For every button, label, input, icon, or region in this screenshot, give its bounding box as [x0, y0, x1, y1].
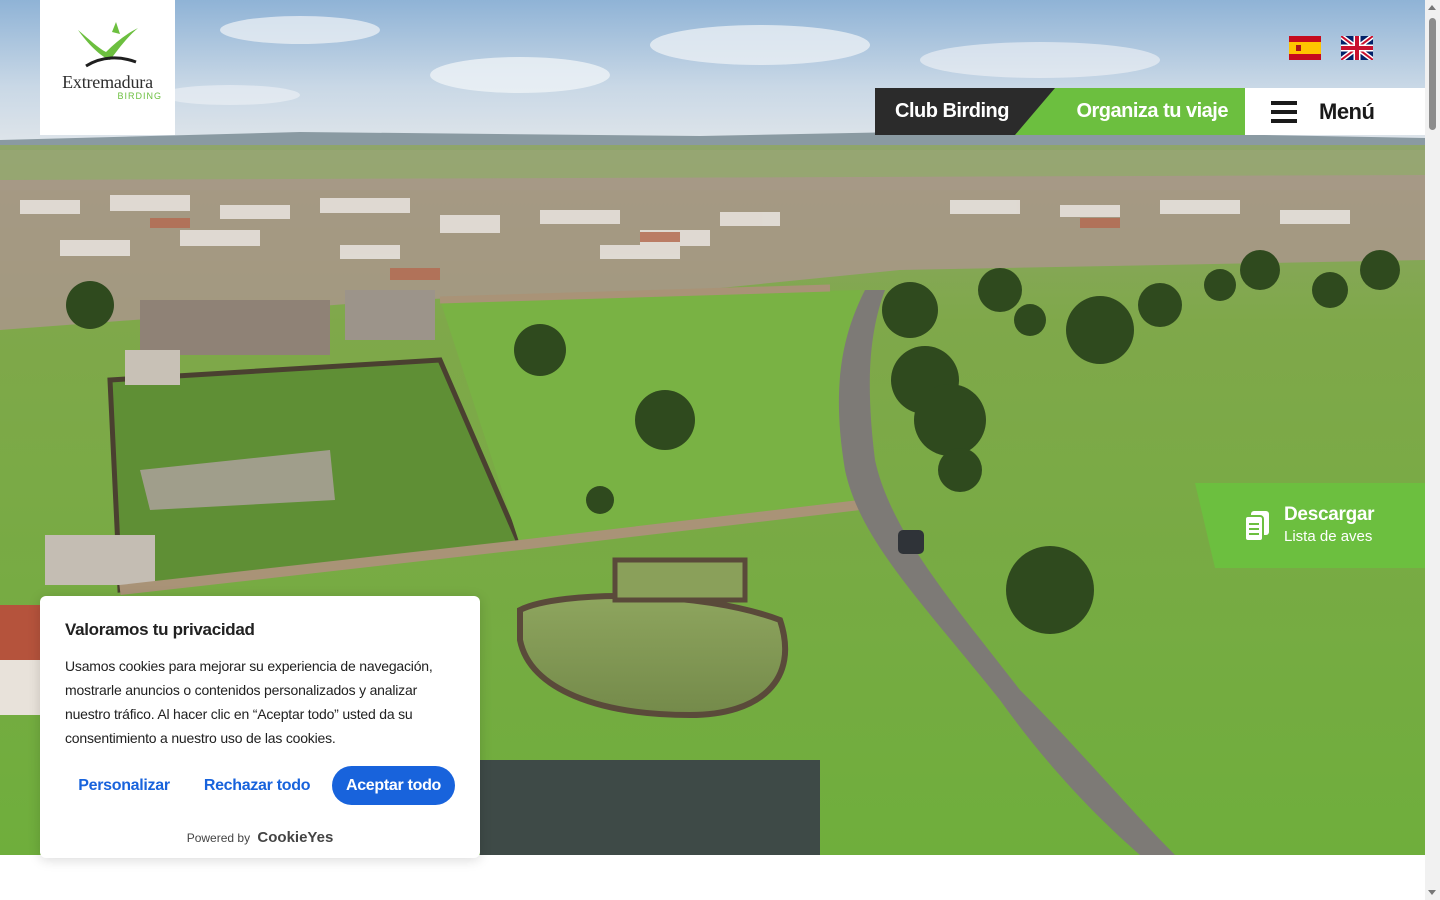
site-logo[interactable]: Extremadura BIRDING [40, 0, 175, 135]
cookie-actions: Personalizar Rechazar todo Aceptar todo [65, 766, 455, 805]
hamburger-icon [1271, 100, 1297, 123]
spain-flag-icon[interactable] [1289, 36, 1321, 60]
organiza-viaje-link[interactable]: Organiza tu viaje [1015, 88, 1245, 135]
download-text: Descargar Lista de aves [1284, 503, 1375, 548]
cookie-title: Valoramos tu privacidad [65, 620, 255, 639]
document-icon [1245, 510, 1269, 541]
cookieyes-logo[interactable]: CookieYes [257, 829, 333, 846]
menu-label: Menú [1319, 98, 1375, 124]
download-bird-list-button[interactable]: Descargar Lista de aves [1195, 483, 1425, 568]
logo-wordmark: Extremadura [62, 72, 153, 92]
logo-subtitle: BIRDING [117, 91, 162, 101]
reject-all-button[interactable]: Rechazar todo [191, 766, 323, 805]
download-title: Descargar [1284, 503, 1375, 525]
customize-button[interactable]: Personalizar [65, 766, 183, 805]
powered-by: Powered by CookieYes [40, 829, 480, 846]
scrollbar-thumb[interactable] [1429, 18, 1436, 130]
powered-by-label: Powered by [186, 831, 251, 845]
cookie-body: Usamos cookies para mejorar su experienc… [65, 658, 433, 746]
scroll-up-icon[interactable] [1428, 5, 1436, 10]
accept-all-button[interactable]: Aceptar todo [332, 766, 455, 805]
bird-logo-icon [77, 22, 138, 68]
page: Extremadura BIRDING Club Birding Organiz… [0, 0, 1440, 900]
page-scrollbar[interactable] [1425, 0, 1440, 900]
scroll-down-icon[interactable] [1428, 890, 1436, 895]
uk-flag-icon[interactable] [1341, 36, 1373, 60]
cookie-consent-banner: Valoramos tu privacidad Usamos cookies p… [40, 596, 480, 858]
menu-button[interactable]: Menú [1245, 88, 1425, 135]
download-subtitle: Lista de aves [1284, 527, 1373, 545]
